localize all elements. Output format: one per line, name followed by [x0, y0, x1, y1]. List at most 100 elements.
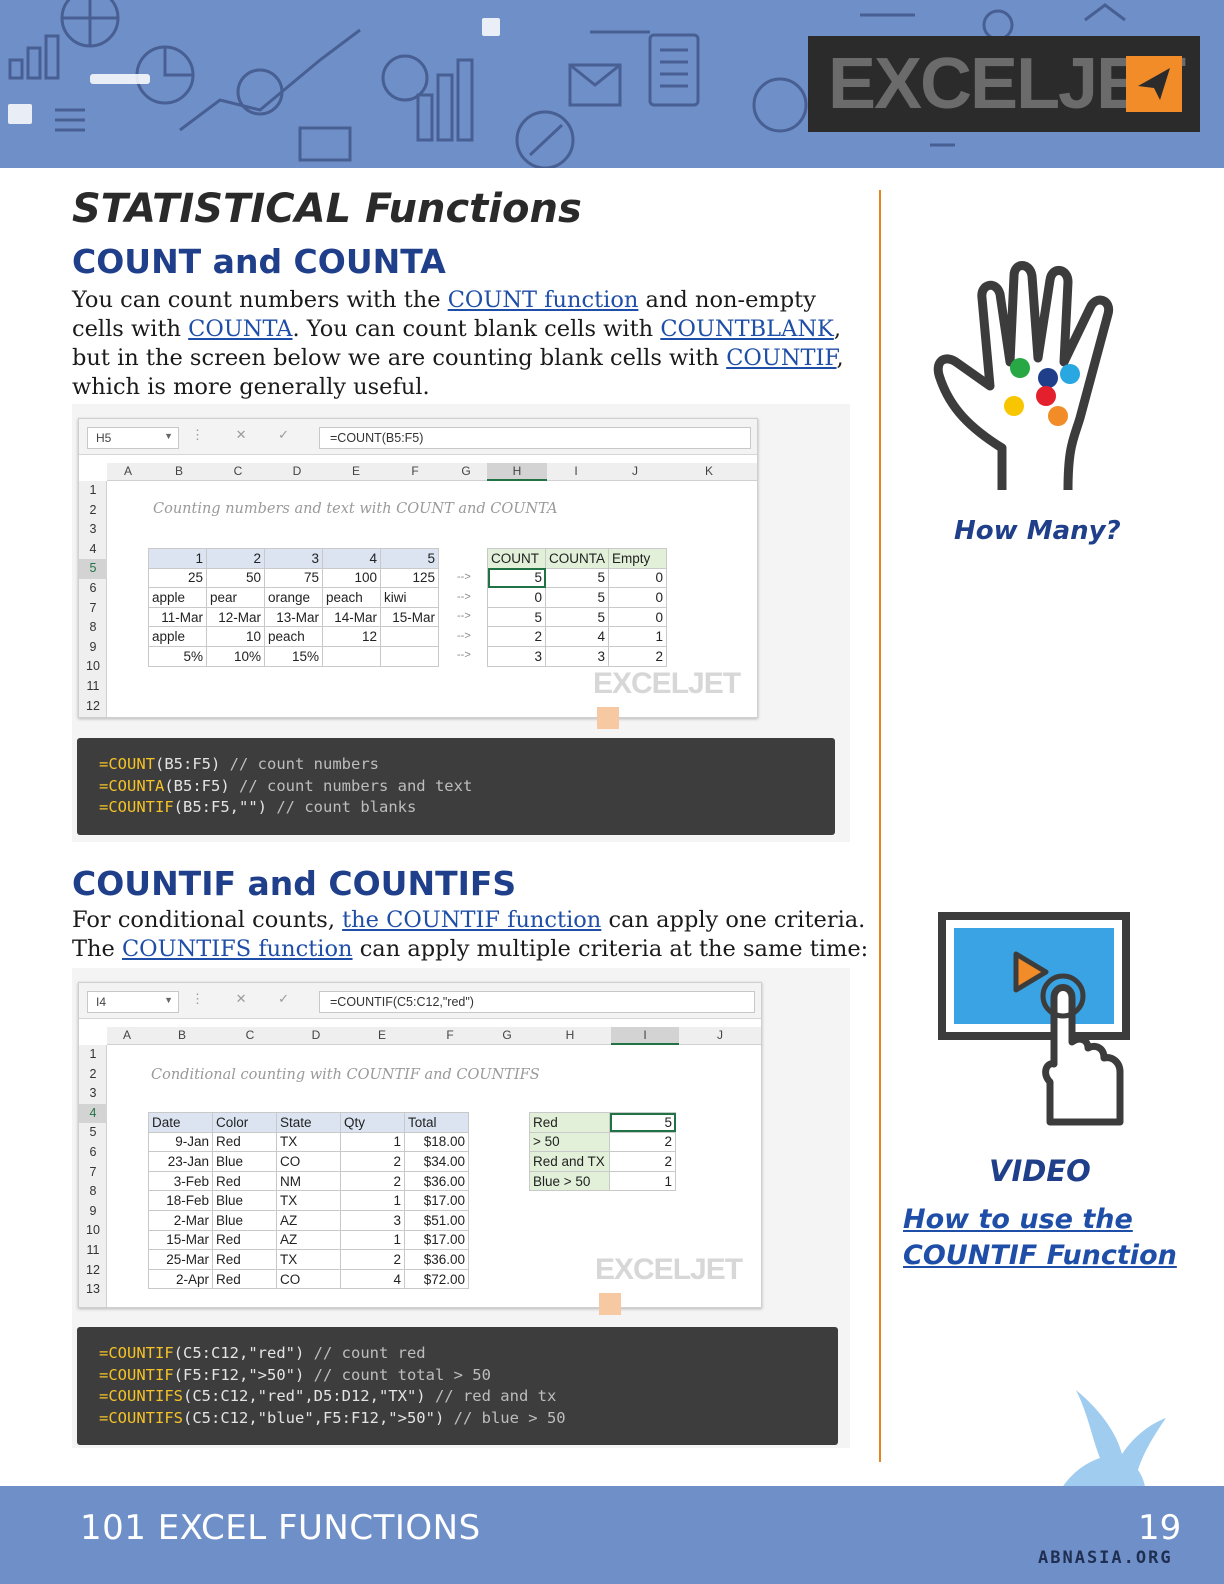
code-line: =COUNTIFS(C5:C12,"blue",F5:F12,">50") //… — [99, 1409, 816, 1431]
row-header: 8 — [89, 1184, 97, 1199]
table-cell: 18-Feb — [148, 1190, 213, 1211]
table-row: Blue > 50 1 — [529, 1170, 676, 1192]
exceljet-logo[interactable]: EXCELJET — [808, 36, 1200, 132]
column-header: E — [351, 464, 360, 478]
row-header: 6 — [89, 581, 97, 595]
table-cell: 3 — [264, 548, 323, 569]
table-row: Red 5 — [529, 1112, 676, 1133]
column-headers: A B C D E F G H I J — [107, 1027, 761, 1045]
countif-video-link[interactable]: How to use the COUNTIF Function — [903, 1202, 1183, 1274]
column-header: I — [611, 1027, 679, 1045]
table-cell: 5 — [487, 567, 546, 589]
column-header: A — [122, 1028, 131, 1042]
column-header: G — [461, 464, 471, 478]
counta-link[interactable]: COUNTA — [188, 316, 292, 342]
table-row: 3-Feb Red NM 2 $36.00 — [148, 1170, 469, 1192]
countifs-function-link[interactable]: COUNTIFS function — [122, 936, 353, 962]
row-header: 3 — [89, 1086, 97, 1101]
spreadsheet-screenshot-countif: I4▼ ⋮ ✕ ✓ fx =COUNTIF(C5:C12,"red") A B C D… — [78, 982, 762, 1315]
countif-link[interactable]: COUNTIF — [726, 345, 836, 371]
page-number: 19 — [1138, 1508, 1182, 1548]
code-comment: // count blanks — [267, 798, 417, 816]
video-play-icon[interactable] — [938, 912, 1132, 1128]
row-header: 5 — [79, 559, 107, 579]
table-cell: 15% — [264, 645, 323, 667]
summary-label: > 50 — [529, 1131, 610, 1153]
source-data-table: 1 2 3 4 5 25 50 75 100 125 apple pear orange peach kiw… — [148, 548, 439, 667]
table-cell: 4 — [545, 626, 609, 647]
table-cell: 25 — [148, 567, 207, 589]
formula-input[interactable]: =COUNT(B5:F5) — [319, 427, 751, 449]
code-line: =COUNTIF(F5:F12,">50") // count total > … — [99, 1366, 816, 1388]
formula-input[interactable]: =COUNTIF(C5:C12,"red") — [319, 991, 755, 1013]
summary-label: Blue > 50 — [529, 1170, 610, 1192]
table-cell: 2 — [608, 645, 667, 667]
table-cell: 5 — [545, 567, 609, 589]
section-heading-countif: COUNTIF and COUNTIFS — [72, 864, 517, 903]
column-header: K — [704, 464, 713, 478]
column-divider — [879, 190, 881, 1462]
countblank-link[interactable]: COUNTBLANK — [660, 316, 834, 342]
page-title: STATISTICAL Functions — [72, 186, 582, 232]
table-cell: TX — [276, 1131, 341, 1153]
name-box[interactable]: I4 ▼ — [87, 991, 179, 1013]
name-box[interactable]: H5 ▼ — [87, 427, 179, 449]
summary-value: 5 — [609, 1112, 676, 1133]
chevron-down-icon: ▼ — [164, 431, 173, 441]
table-row: 15-Mar Red AZ 1 $17.00 — [148, 1229, 469, 1251]
summary-table: Red 5 > 50 2 Red and TX 2 Blue > 50 1 — [529, 1112, 676, 1192]
table-cell: 1 — [340, 1190, 405, 1211]
table-cell: orange — [264, 587, 323, 608]
table-cell: 2 — [340, 1170, 405, 1192]
column-header: E — [377, 1028, 386, 1042]
table-cell — [380, 645, 439, 667]
table-row: 23-Jan Blue CO 2 $34.00 — [148, 1151, 469, 1172]
table-row: 11-Mar 12-Mar 13-Mar 14-Mar 15-Mar — [148, 606, 439, 628]
code-block-countif: =COUNTIF(C5:C12,"red") // count red =COUN… — [77, 1327, 838, 1445]
row-header: 7 — [89, 600, 97, 615]
table-row: 550 — [487, 567, 667, 589]
table-cell: Red — [212, 1268, 277, 1290]
table-cell: $17.00 — [404, 1190, 469, 1211]
code-comment: // count red — [304, 1344, 426, 1362]
code-line: =COUNTIF(B5:F5,"") // count blanks — [99, 798, 813, 820]
spreadsheet-screenshot-count: H5▼ ⋮ ✕ ✓ fx =COUNT(B5:F5) A B C D E F G H I J K 1… — [78, 418, 758, 729]
column-header: J — [717, 1028, 723, 1042]
table-cell: 12 — [322, 626, 381, 647]
table-cell: 0 — [608, 587, 667, 608]
row-header: 12 — [86, 1262, 100, 1277]
footer-bar: 101 EXCEL FUNCTIONS 19 ABNASIA.ORG — [0, 1486, 1224, 1584]
table-cell: 4 — [322, 548, 381, 569]
table-cell: 2 — [340, 1249, 405, 1270]
column-header: B — [174, 464, 183, 478]
video-label: VIDEO — [989, 1154, 1091, 1188]
chevron-down-icon: ▼ — [164, 995, 173, 1005]
table-row: 12345 — [148, 548, 439, 569]
table-cell: Red — [212, 1170, 277, 1192]
code-line: =COUNTIF(C5:C12,"red") // count red — [99, 1344, 816, 1366]
table-header-cell: Date — [148, 1112, 213, 1133]
table-cell: 1 — [148, 548, 207, 569]
table-row: 050 — [487, 587, 667, 608]
countif-function-link[interactable]: the COUNTIF function — [342, 907, 601, 933]
table-row: 332 — [487, 645, 667, 667]
table-cell: $34.00 — [404, 1151, 469, 1172]
count-function-link[interactable]: COUNT function — [448, 287, 639, 313]
code-args: (C5:C12,"red",D5:D12,"TX") — [183, 1387, 426, 1405]
row-header: 2 — [89, 1066, 97, 1081]
row-header: 5 — [89, 1125, 97, 1140]
arrow-label: --> — [457, 610, 471, 623]
section1-paragraph: You can count numbers with the COUNT fun… — [72, 287, 844, 400]
row-header: 11 — [86, 1243, 100, 1257]
code-line: =COUNT(B5:F5) // count numbers — [99, 755, 813, 777]
table-cell: AZ — [276, 1229, 341, 1251]
table-cell: 1 — [340, 1131, 405, 1153]
row-header: 9 — [89, 639, 97, 654]
column-header: C — [233, 464, 243, 478]
column-header: D — [311, 1028, 321, 1042]
code-line: =COUNTA(B5:F5) // count numbers and text — [99, 777, 813, 799]
code-comment: // count numbers and text — [229, 776, 473, 795]
code-equals: = — [99, 798, 109, 816]
table-cell: 3 — [340, 1209, 405, 1231]
code-args: (C5:C12,"blue",F5:F12,">50") — [183, 1408, 445, 1427]
